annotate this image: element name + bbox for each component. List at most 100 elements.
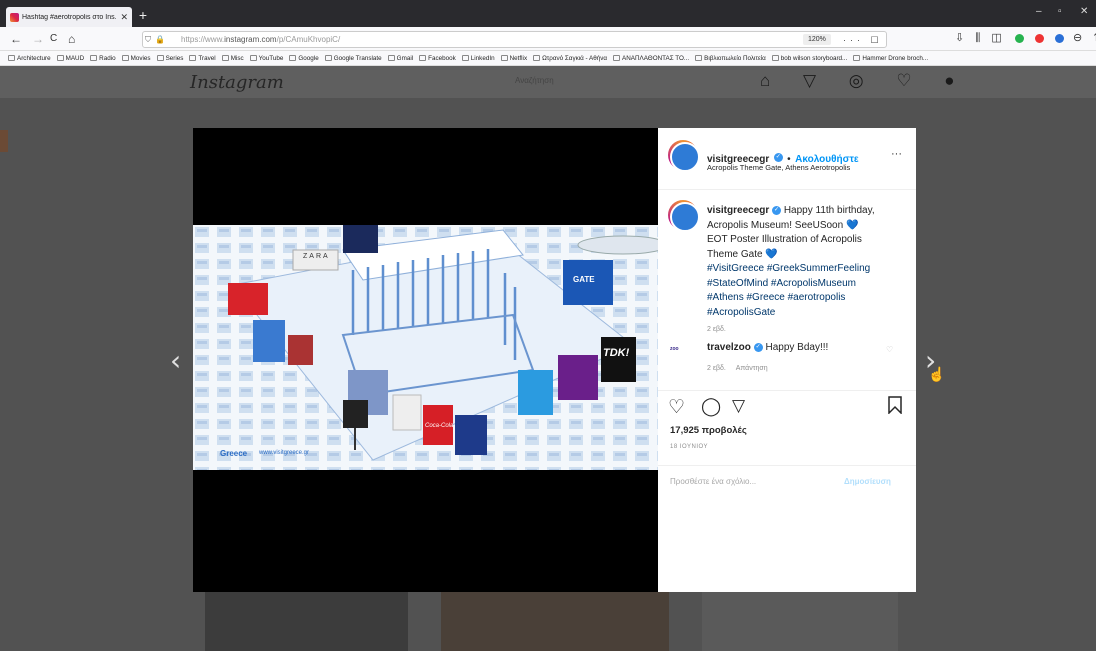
- new-tab-button[interactable]: +: [136, 8, 150, 22]
- bookmark-folder-icon: [771, 55, 779, 61]
- bookmark-label: Movies: [130, 54, 151, 62]
- caption-line-3: EOT Poster Illustration of Acropolis: [707, 234, 862, 245]
- nav-icons[interactable]: ⌂ ▽ ◎ ♡ ●: [760, 71, 969, 91]
- bookmark-folder-icon: [90, 55, 98, 61]
- save-bookmark-icon[interactable]: [888, 396, 902, 415]
- comment-like-icon[interactable]: ♡: [886, 345, 893, 354]
- browser-nav-bar: ← → C ⌂ ⛉ 🔒 https://www.instagram.com/p/…: [0, 27, 1096, 60]
- extension-green-icon[interactable]: [1014, 33, 1024, 43]
- post-media[interactable]: Greece www.visitgreece.gr GATE TDK! ZARA…: [193, 128, 658, 592]
- bookmark-item[interactable]: Hammer Drone broch...: [853, 55, 928, 62]
- bookmark-label: Travel: [198, 54, 216, 62]
- bookmark-item[interactable]: Facebook: [419, 55, 456, 62]
- caption-username[interactable]: visitgreecegr: [707, 205, 769, 216]
- bookmark-folder-icon: [189, 55, 197, 61]
- bookmark-label: Radio: [99, 54, 116, 62]
- caption-avatar[interactable]: [668, 200, 700, 232]
- add-comment-input[interactable]: Προσθέστε ένα σχόλιο...: [670, 477, 756, 486]
- close-tab-icon[interactable]: ✕: [120, 12, 128, 23]
- close-window-icon[interactable]: ✕: [1080, 6, 1088, 17]
- grid-thumbnail[interactable]: [441, 590, 669, 651]
- travelzoo-avatar[interactable]: zoo: [670, 344, 694, 354]
- downloads-icon[interactable]: ⇩ ⫼ ◫: [955, 32, 1006, 44]
- like-icon[interactable]: ♡: [668, 396, 685, 419]
- extension-red-icon[interactable]: [1034, 33, 1044, 43]
- bookmarks-bar: Architecture MAUD Radio Movies Series Travel M…: [0, 51, 1096, 66]
- bookmark-label: Google Translate: [333, 54, 382, 62]
- hashtag-line-1[interactable]: #VisitGreece #GreekSummerFeeling: [707, 263, 870, 274]
- bookmark-folder-icon: [156, 55, 164, 61]
- instagram-nav: Instagram Αναζήτηση ⌂ ▽ ◎ ♡ ●: [0, 66, 1096, 98]
- home-button[interactable]: ⌂: [68, 31, 75, 47]
- bookmark-folder-icon: [853, 55, 861, 61]
- menu-icon[interactable]: ⊖ ⇈ ≡: [1073, 32, 1096, 44]
- bookmark-item[interactable]: Ωτρανό Σαγκιά - Αθήνα: [533, 55, 607, 62]
- bookmark-item[interactable]: ΑΝΑΠΛΑΘΟΝΤΑΣ ΤΟ...: [613, 55, 689, 62]
- bookmark-item[interactable]: Google Translate: [324, 54, 382, 62]
- grid-thumbnail[interactable]: [205, 590, 408, 651]
- grid-thumbnail[interactable]: [702, 590, 898, 651]
- caption-line-4: Theme Gate 💙: [707, 248, 778, 260]
- more-options-icon[interactable]: ···: [891, 148, 902, 160]
- url-prefix: https://www.: [181, 35, 225, 44]
- comment-icon[interactable]: ◯: [701, 396, 721, 417]
- views-count[interactable]: 17,925 προβολές: [670, 425, 747, 436]
- lock-icon[interactable]: 🔒: [155, 32, 165, 47]
- bookmark-item[interactable]: LinkedIn: [461, 55, 495, 62]
- bookmark-folder-icon: [249, 55, 257, 61]
- caption: visitgreecegr ✓ Happy 11th birthday, Acr…: [707, 204, 912, 320]
- tracking-shield-icon[interactable]: ⛉: [145, 32, 151, 47]
- comment-username[interactable]: travelzoo: [707, 342, 751, 353]
- previous-post-arrow-icon[interactable]: ‹: [170, 344, 181, 377]
- caption-line-1: Happy 11th birthday,: [783, 205, 875, 216]
- bookmark-label: bob wilson storyboard...: [780, 54, 848, 62]
- bookmark-item[interactable]: bob wilson storyboard...: [771, 54, 848, 62]
- reload-button[interactable]: C: [50, 31, 57, 47]
- bookmark-label: ΑΝΑΠΛΑΘΟΝΤΑΣ ΤΟ...: [622, 54, 690, 62]
- bookmark-item[interactable]: Travel: [189, 54, 216, 62]
- divider: [658, 390, 916, 391]
- search-input[interactable]: Αναζήτηση: [515, 76, 554, 85]
- publish-button[interactable]: Δημοσίευση: [844, 477, 891, 486]
- caption-line-2: Acropolis Museum! SeeUSoon 💙: [707, 219, 859, 231]
- url-bar[interactable]: ⛉ 🔒 https://www.instagram.com/p/CAmuKhvo…: [142, 31, 887, 60]
- hashtag-line-2[interactable]: #StateOfMind #AcropolisMuseum: [707, 278, 856, 289]
- bookmark-item[interactable]: Architecture: [8, 55, 51, 62]
- hashtag-line-4[interactable]: #AcropolisGate: [707, 307, 775, 318]
- bookmark-item[interactable]: Misc: [221, 55, 244, 62]
- poster-gate-sign: GATE: [573, 275, 595, 284]
- bookmark-label: Architecture: [17, 54, 51, 62]
- bookmark-item[interactable]: YouTube: [249, 55, 283, 62]
- bookmark-item[interactable]: Βιβλιοπωλείο Πολιτεία: [695, 55, 766, 62]
- share-icon[interactable]: ▽: [732, 396, 745, 416]
- hashtag-line-3[interactable]: #Athens #Greece #aerotropolis: [707, 292, 845, 303]
- account-avatar[interactable]: [668, 140, 700, 172]
- bookmark-item[interactable]: MAUD: [56, 55, 84, 62]
- bookmark-item[interactable]: Google: [289, 55, 319, 62]
- hand-cursor-icon: ☝: [928, 366, 946, 382]
- maximize-window-icon[interactable]: ▫: [1058, 6, 1062, 17]
- bookmark-folder-icon: [500, 55, 508, 61]
- post-date: 18 ΙΟΥΝΙΟΥ: [670, 444, 708, 450]
- bookmark-item[interactable]: Radio: [90, 54, 116, 62]
- minimize-window-icon[interactable]: –: [1036, 6, 1042, 17]
- bookmark-folder-icon: [289, 55, 297, 61]
- bookmark-item[interactable]: Series: [156, 55, 183, 62]
- bookmark-item[interactable]: Movies: [121, 54, 151, 62]
- bookmark-folder-icon: [419, 55, 427, 61]
- bookmark-item[interactable]: Netflix: [500, 54, 528, 62]
- reply-button[interactable]: Απάντηση: [736, 365, 768, 372]
- bookmark-item[interactable]: Gmail: [387, 55, 413, 62]
- instagram-logo[interactable]: Instagram: [190, 72, 284, 93]
- zoom-level[interactable]: 120%: [803, 34, 831, 45]
- back-button[interactable]: ←: [10, 31, 22, 47]
- bookmark-label: Netflix: [509, 54, 528, 62]
- bookmark-folder-icon: [324, 55, 332, 61]
- instagram-favicon-icon: [10, 12, 19, 22]
- browser-tab[interactable]: Hashtag #aerotropolis στο Ins... ✕: [6, 7, 132, 27]
- forward-button[interactable]: →: [32, 31, 44, 47]
- post-location[interactable]: Acropolis Theme Gate, Athens Aerotropoli…: [707, 163, 850, 172]
- comment-time: 2 εβδ.: [707, 365, 726, 372]
- bookmark-folder-icon: [387, 55, 395, 61]
- extension-blue-icon[interactable]: [1054, 33, 1064, 43]
